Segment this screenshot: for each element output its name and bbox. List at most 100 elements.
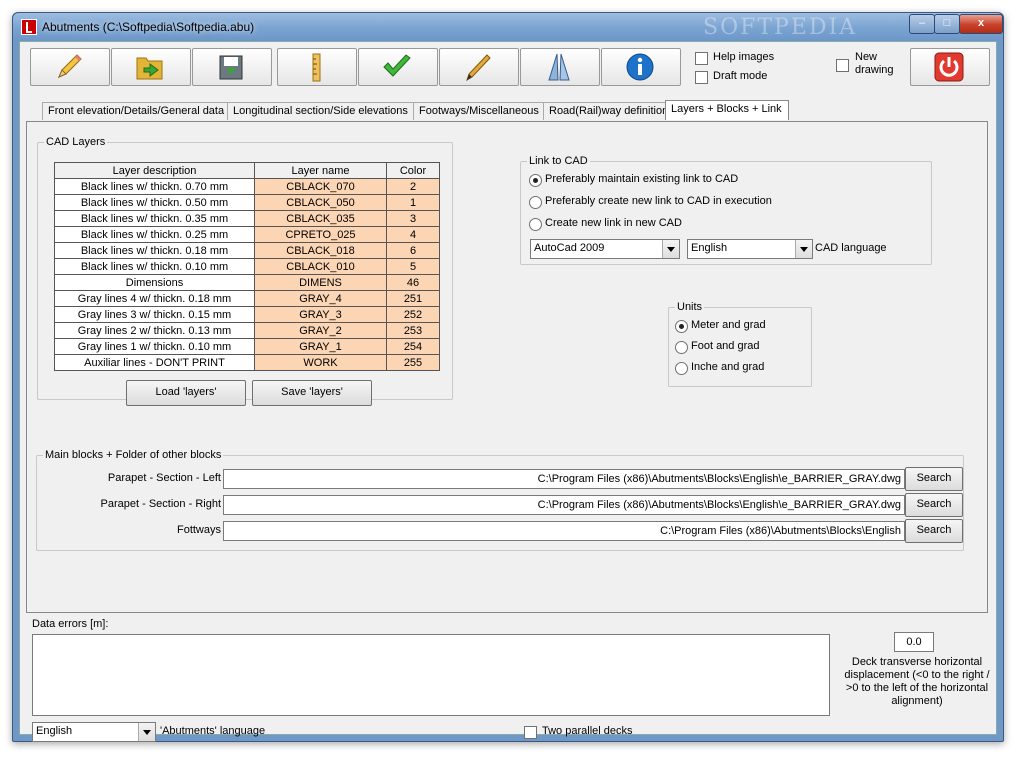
search-parapet-right-button[interactable]: Search — [905, 493, 963, 517]
info-button[interactable] — [601, 48, 681, 86]
power-icon — [934, 52, 964, 82]
exit-button[interactable] — [910, 48, 990, 86]
table-row: Gray lines 2 w/ thickn. 0.13 mm GRAY_2 253 — [54, 322, 440, 339]
layers-table: Layer description Layer name Color Black… — [54, 162, 440, 371]
layer-color-cell[interactable]: 46 — [386, 274, 440, 291]
units-legend: Units — [677, 301, 703, 313]
radio-new-link-new-cad[interactable] — [529, 218, 542, 231]
layer-color-cell[interactable]: 254 — [386, 338, 440, 355]
layer-description-cell[interactable]: Gray lines 4 w/ thickn. 0.18 mm — [54, 290, 255, 307]
edit-button[interactable] — [30, 48, 110, 86]
tab-layers-blocks-link[interactable]: Layers + Blocks + Link — [665, 100, 789, 120]
data-errors-textarea[interactable] — [32, 634, 830, 716]
layer-color-cell[interactable]: 2 — [386, 178, 440, 195]
layer-description-cell[interactable]: Dimensions — [54, 274, 255, 291]
layer-description-cell[interactable]: Gray lines 1 w/ thickn. 0.10 mm — [54, 338, 255, 355]
layer-name-cell[interactable]: CBLACK_018 — [254, 242, 387, 259]
deck-displacement-input[interactable]: 0.0 — [894, 632, 934, 652]
layer-name-cell[interactable]: WORK — [254, 354, 387, 371]
two-parallel-decks-checkbox[interactable] — [524, 726, 537, 739]
layer-name-cell[interactable]: CBLACK_010 — [254, 258, 387, 275]
client-area: Help images Draft mode New drawing Front… — [19, 41, 997, 742]
tab-longitudinal-section[interactable]: Longitudinal section/Side elevations — [227, 102, 415, 120]
new-drawing-label-line1: New — [855, 51, 878, 63]
layer-description-cell[interactable]: Black lines w/ thickn. 0.70 mm — [54, 178, 255, 195]
radio-create-link-execution[interactable] — [529, 196, 542, 209]
radio-foot-grad[interactable] — [675, 341, 688, 354]
cad-program-select[interactable]: AutoCad 2009 — [530, 239, 680, 259]
watermark: SOFTPEDIA — [703, 15, 858, 40]
parapet-right-path-field[interactable]: C:\Program Files (x86)\Abutments\Blocks\… — [223, 495, 905, 515]
tab-front-elevation[interactable]: Front elevation/Details/General data — [42, 102, 228, 120]
maximize-button[interactable]: □ — [934, 14, 960, 34]
layer-name-cell[interactable]: CBLACK_035 — [254, 210, 387, 227]
chevron-down-icon[interactable] — [795, 240, 812, 258]
open-button[interactable] — [111, 48, 191, 86]
info-icon — [626, 53, 654, 81]
radio-inche-grad-label: Inche and grad — [691, 361, 765, 373]
radio-inche-grad[interactable] — [675, 362, 688, 375]
minimize-button[interactable]: – — [909, 14, 935, 34]
layer-description-cell[interactable]: Gray lines 2 w/ thickn. 0.13 mm — [54, 322, 255, 339]
chevron-down-icon[interactable] — [662, 240, 679, 258]
layer-description-cell[interactable]: Black lines w/ thickn. 0.25 mm — [54, 226, 255, 243]
layer-name-cell[interactable]: GRAY_4 — [254, 290, 387, 307]
load-layers-button[interactable]: Load 'layers' — [126, 380, 246, 406]
layer-color-cell[interactable]: 253 — [386, 322, 440, 339]
layer-color-cell[interactable]: 1 — [386, 194, 440, 211]
draft-mode-checkbox[interactable] — [695, 71, 708, 84]
cad-language-select[interactable]: English — [687, 239, 813, 259]
layer-color-cell[interactable]: 3 — [386, 210, 440, 227]
layer-name-cell[interactable]: GRAY_3 — [254, 306, 387, 323]
app-language-label: 'Abutments' language — [160, 725, 266, 737]
layer-description-cell[interactable]: Auxiliar lines - DON'T PRINT — [54, 354, 255, 371]
layer-description-cell[interactable]: Gray lines 3 w/ thickn. 0.15 mm — [54, 306, 255, 323]
footways-path-field[interactable]: C:\Program Files (x86)\Abutments\Blocks\… — [223, 521, 905, 541]
main-blocks-group: Main blocks + Folder of other blocks Par… — [36, 449, 964, 551]
new-drawing-label-line2: drawing — [855, 64, 894, 76]
close-button[interactable]: x — [959, 14, 1003, 34]
abutment-button[interactable] — [520, 48, 600, 86]
tab-footways[interactable]: Footways/Miscellaneous — [413, 102, 546, 120]
parapet-left-label: Parapet - Section - Left — [107, 472, 221, 484]
layer-color-cell[interactable]: 4 — [386, 226, 440, 243]
help-images-checkbox[interactable] — [695, 52, 708, 65]
layer-color-cell[interactable]: 6 — [386, 242, 440, 259]
layer-color-cell[interactable]: 255 — [386, 354, 440, 371]
tab-roadway-definition[interactable]: Road(Rail)way definition — [543, 102, 674, 120]
layer-name-cell[interactable]: GRAY_1 — [254, 338, 387, 355]
units-group: Units Meter and grad Foot and grad Inche… — [668, 301, 812, 387]
title-bar[interactable]: Abutments (C:\Softpedia\Softpedia.abu) S… — [13, 13, 1003, 41]
layer-description-cell[interactable]: Black lines w/ thickn. 0.50 mm — [54, 194, 255, 211]
layer-name-cell[interactable]: CPRETO_025 — [254, 226, 387, 243]
window-title: Abutments (C:\Softpedia\Softpedia.abu) — [42, 20, 255, 34]
radio-new-link-new-cad-label: Create new link in new CAD — [545, 217, 682, 229]
draw-button[interactable] — [439, 48, 519, 86]
layer-color-cell[interactable]: 251 — [386, 290, 440, 307]
table-row: Black lines w/ thickn. 0.70 mm CBLACK_070… — [54, 178, 440, 195]
search-parapet-left-button[interactable]: Search — [905, 467, 963, 491]
layer-description-cell[interactable]: Black lines w/ thickn. 0.18 mm — [54, 242, 255, 259]
layer-description-cell[interactable]: Black lines w/ thickn. 0.35 mm — [54, 210, 255, 227]
layer-color-cell[interactable]: 252 — [386, 306, 440, 323]
layer-color-cell[interactable]: 5 — [386, 258, 440, 275]
chevron-down-icon[interactable] — [138, 723, 155, 741]
radio-maintain-link[interactable] — [529, 174, 542, 187]
ruler-button[interactable] — [277, 48, 357, 86]
layer-name-cell[interactable]: GRAY_2 — [254, 322, 387, 339]
radio-meter-grad[interactable] — [675, 320, 688, 333]
layer-name-cell[interactable]: DIMENS — [254, 274, 387, 291]
app-language-select[interactable]: English — [32, 722, 156, 742]
layer-name-cell[interactable]: CBLACK_050 — [254, 194, 387, 211]
layer-name-cell[interactable]: CBLACK_070 — [254, 178, 387, 195]
header-layer-description: Layer description — [54, 162, 255, 179]
parapet-left-path-field[interactable]: C:\Program Files (x86)\Abutments\Blocks\… — [223, 469, 905, 489]
table-row: Black lines w/ thickn. 0.50 mm CBLACK_050… — [54, 194, 440, 211]
save-layers-button[interactable]: Save 'layers' — [252, 380, 372, 406]
layer-description-cell[interactable]: Black lines w/ thickn. 0.10 mm — [54, 258, 255, 275]
check-button[interactable] — [358, 48, 438, 86]
link-to-cad-legend: Link to CAD — [529, 155, 588, 167]
save-button[interactable] — [192, 48, 272, 86]
new-drawing-checkbox[interactable] — [836, 59, 849, 72]
search-footways-button[interactable]: Search — [905, 519, 963, 543]
